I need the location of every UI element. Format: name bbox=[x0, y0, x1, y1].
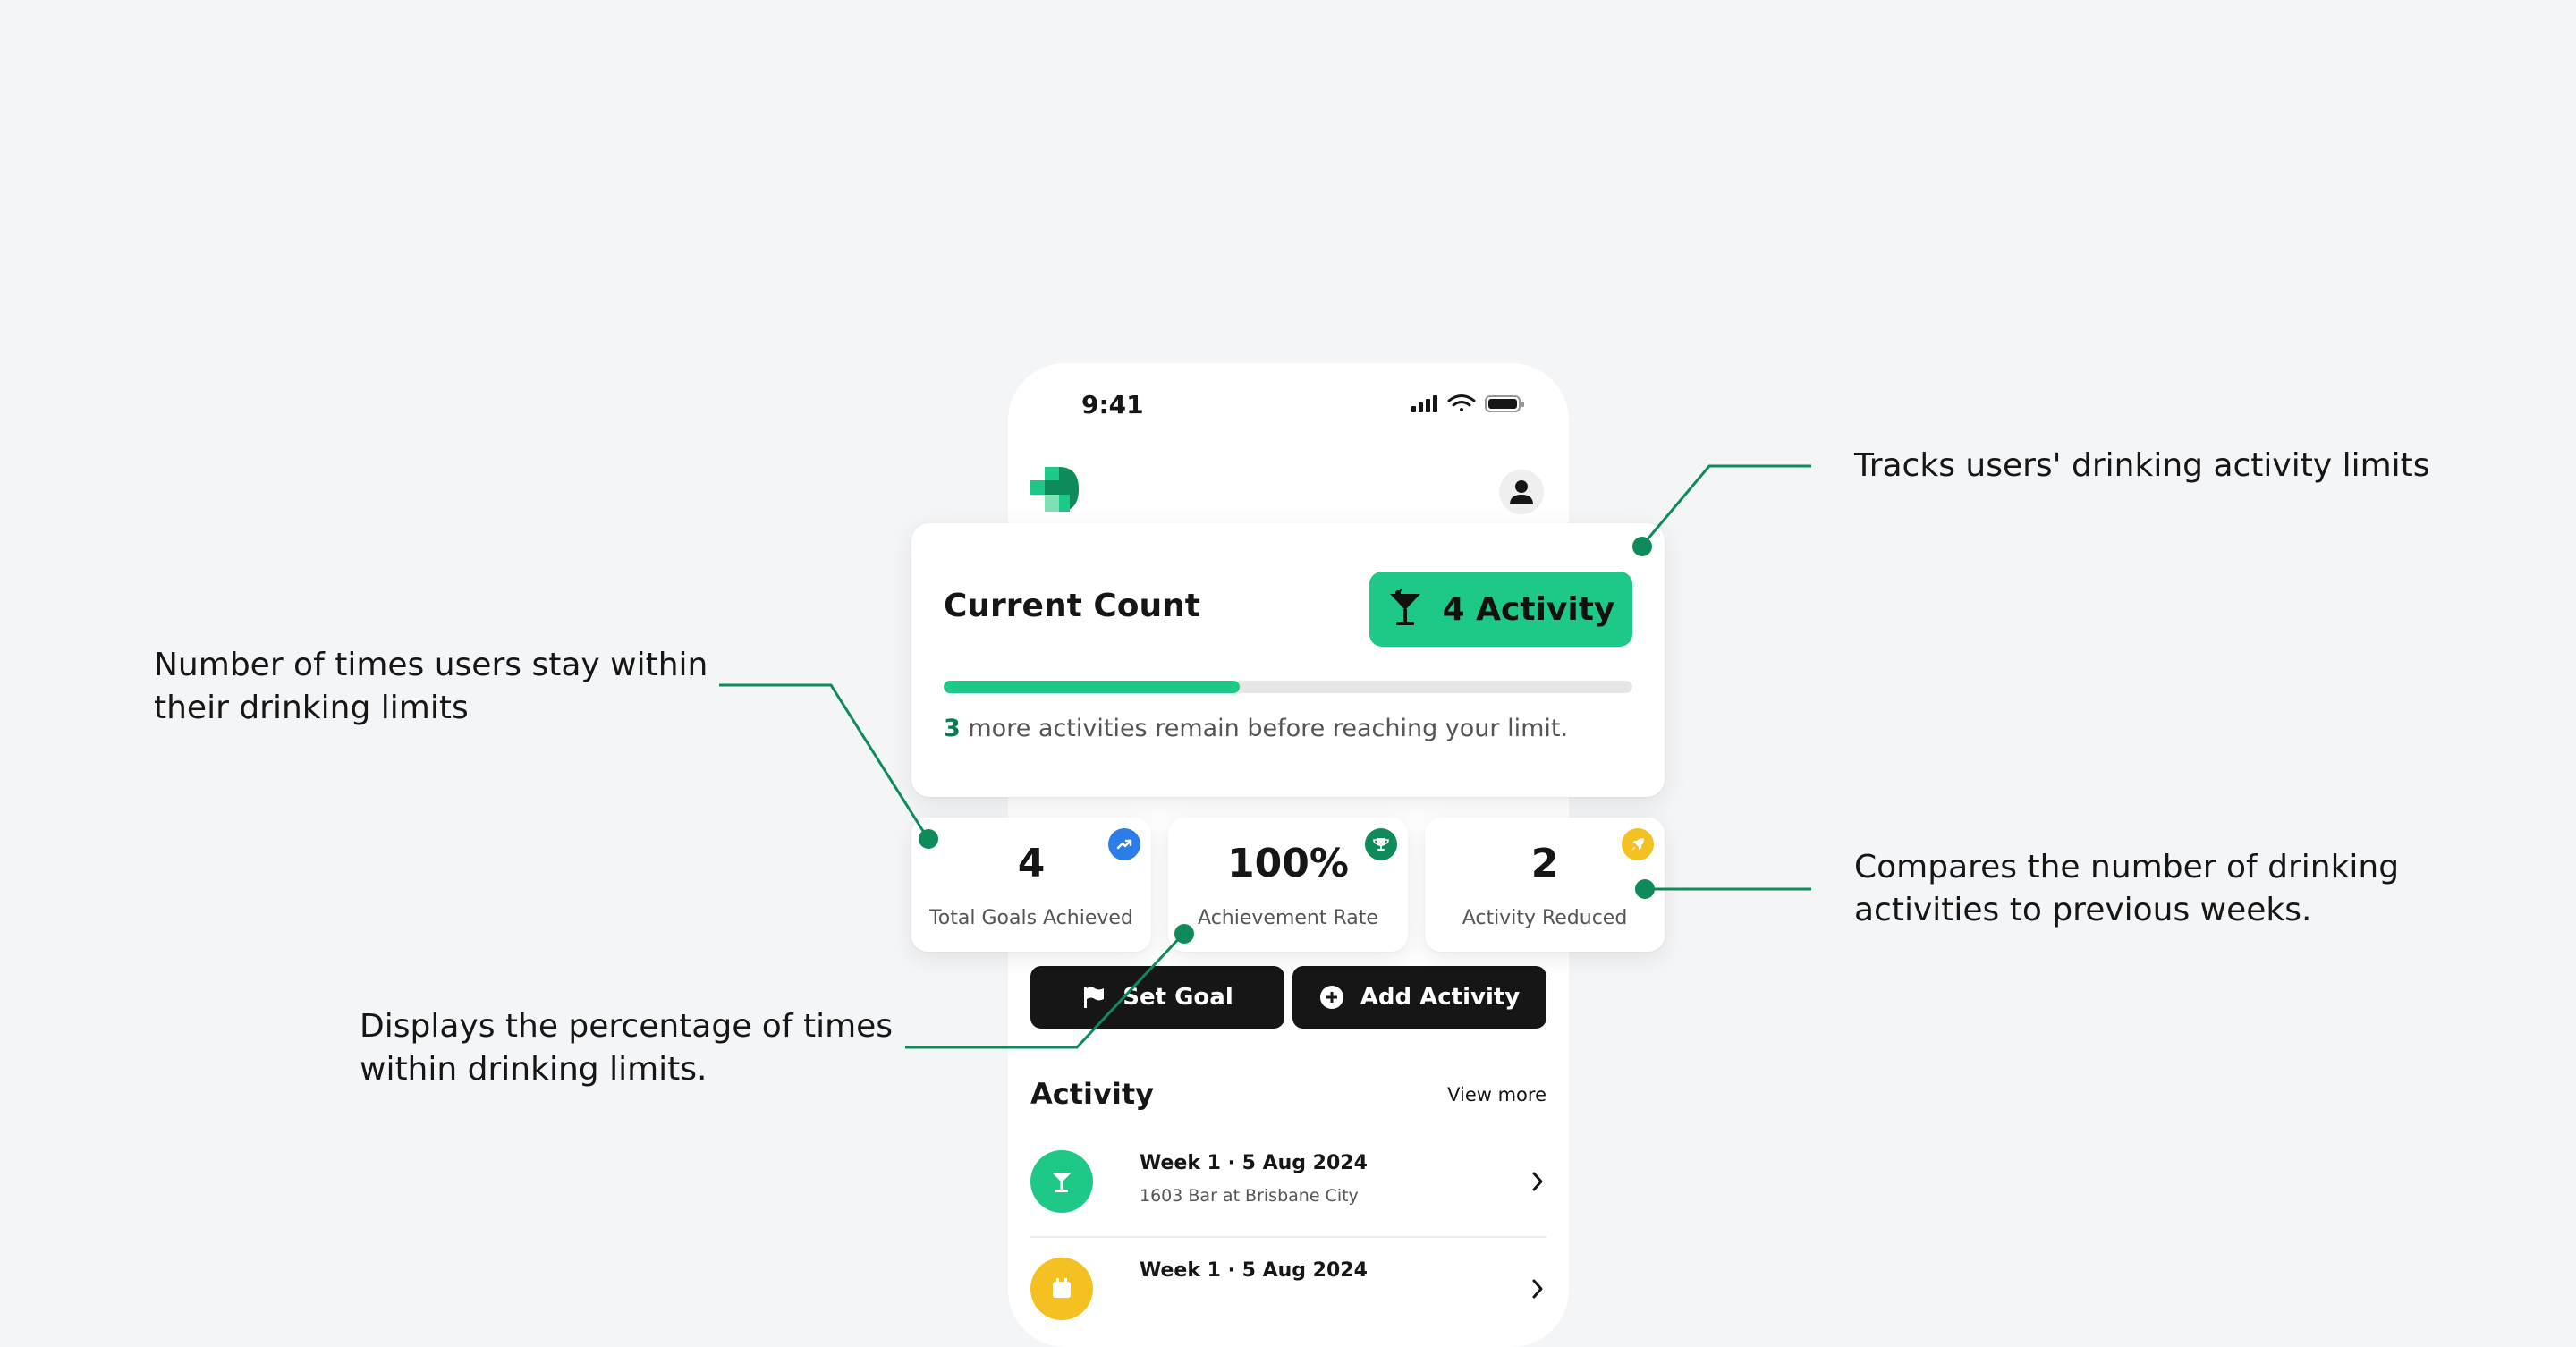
plus-circle-icon bbox=[1319, 986, 1343, 1009]
annotation-times-within-limits: Number of times users stay within their … bbox=[154, 644, 708, 730]
annotation-tracks-limits: Tracks users' drinking activity limits bbox=[1854, 445, 2430, 487]
set-goal-button[interactable]: Set Goal bbox=[1030, 966, 1284, 1029]
remaining-activities-text: 3 more activities remain before reaching… bbox=[944, 715, 1568, 742]
signal-icon bbox=[1411, 395, 1437, 412]
callout-line-times-within bbox=[719, 683, 929, 839]
activity-count-badge: 4 Activity bbox=[1369, 572, 1632, 647]
stat-card-goals: 4 Total Goals Achieved bbox=[911, 818, 1151, 952]
calendar-icon bbox=[1053, 1278, 1071, 1298]
annotation-line: within drinking limits. bbox=[360, 1051, 708, 1088]
activity-item-title: Week 1 · 5 Aug 2024 bbox=[1140, 1259, 1368, 1282]
list-divider bbox=[1030, 1236, 1546, 1238]
stat-label: Total Goals Achieved bbox=[929, 907, 1133, 929]
annotation-line: Compares the number of drinking bbox=[1854, 849, 2400, 885]
annotation-percentage-within-limits: Displays the percentage of times within … bbox=[360, 1005, 893, 1091]
activity-list-item[interactable]: Week 1 · 5 Aug 2024 1603 Bar at Brisbane… bbox=[1030, 1150, 1546, 1249]
activity-count-label: 4 Activity bbox=[1442, 590, 1615, 628]
annotation-line: their drinking limits bbox=[154, 690, 469, 726]
activity-icon-badge bbox=[1030, 1150, 1093, 1213]
activity-icon-badge bbox=[1030, 1258, 1093, 1320]
limit-progress-fill bbox=[944, 681, 1241, 693]
stat-value: 100% bbox=[1227, 841, 1349, 886]
limit-progress-bar bbox=[944, 681, 1632, 693]
app-logo bbox=[1030, 467, 1079, 512]
activity-item-title: Week 1 · 5 Aug 2024 bbox=[1140, 1152, 1368, 1174]
activity-list-item[interactable]: Week 1 · 5 Aug 2024 bbox=[1030, 1258, 1546, 1347]
remaining-message: more activities remain before reaching y… bbox=[960, 715, 1569, 742]
stat-card-activity-reduced: 2 Activity Reduced bbox=[1425, 818, 1665, 952]
activity-section-title: Activity bbox=[1030, 1077, 1154, 1111]
add-activity-label: Add Activity bbox=[1360, 984, 1521, 1011]
remaining-number: 3 bbox=[944, 715, 961, 742]
profile-avatar[interactable] bbox=[1499, 470, 1544, 514]
cocktail-icon bbox=[1389, 589, 1420, 625]
status-time: 9:41 bbox=[1081, 390, 1144, 419]
activity-item-subtitle: 1603 Bar at Brisbane City bbox=[1140, 1186, 1359, 1206]
chevron-right-icon bbox=[1532, 1279, 1543, 1299]
status-icons bbox=[1411, 394, 1524, 412]
battery-icon bbox=[1485, 395, 1524, 412]
stat-label: Activity Reduced bbox=[1462, 907, 1628, 929]
view-more-link[interactable]: View more bbox=[1447, 1084, 1546, 1106]
stat-label: Achievement Rate bbox=[1198, 907, 1378, 929]
set-goal-label: Set Goal bbox=[1123, 984, 1233, 1011]
cocktail-icon bbox=[1052, 1173, 1072, 1192]
user-icon bbox=[1510, 480, 1533, 504]
annotation-line: activities to previous weeks. bbox=[1854, 892, 2312, 928]
flag-icon bbox=[1084, 987, 1105, 1008]
callout-line-tracks bbox=[1640, 464, 1811, 546]
add-activity-button[interactable]: Add Activity bbox=[1292, 966, 1546, 1029]
wifi-icon bbox=[1447, 394, 1476, 411]
chevron-right-icon bbox=[1532, 1172, 1543, 1191]
stat-value: 2 bbox=[1530, 841, 1559, 886]
annotation-line: Tracks users' drinking activity limits bbox=[1854, 447, 2430, 484]
current-count-title: Current Count bbox=[944, 588, 1200, 624]
annotation-compares-weeks: Compares the number of drinking activiti… bbox=[1854, 846, 2399, 932]
stat-card-achievement-rate: 100% Achievement Rate bbox=[1168, 818, 1408, 952]
annotation-line: Displays the percentage of times bbox=[360, 1008, 894, 1045]
stat-value: 4 bbox=[1017, 841, 1046, 886]
current-count-card: Current Count 4 Activity 3 more activiti… bbox=[911, 523, 1665, 797]
annotation-line: Number of times users stay within bbox=[154, 647, 708, 683]
